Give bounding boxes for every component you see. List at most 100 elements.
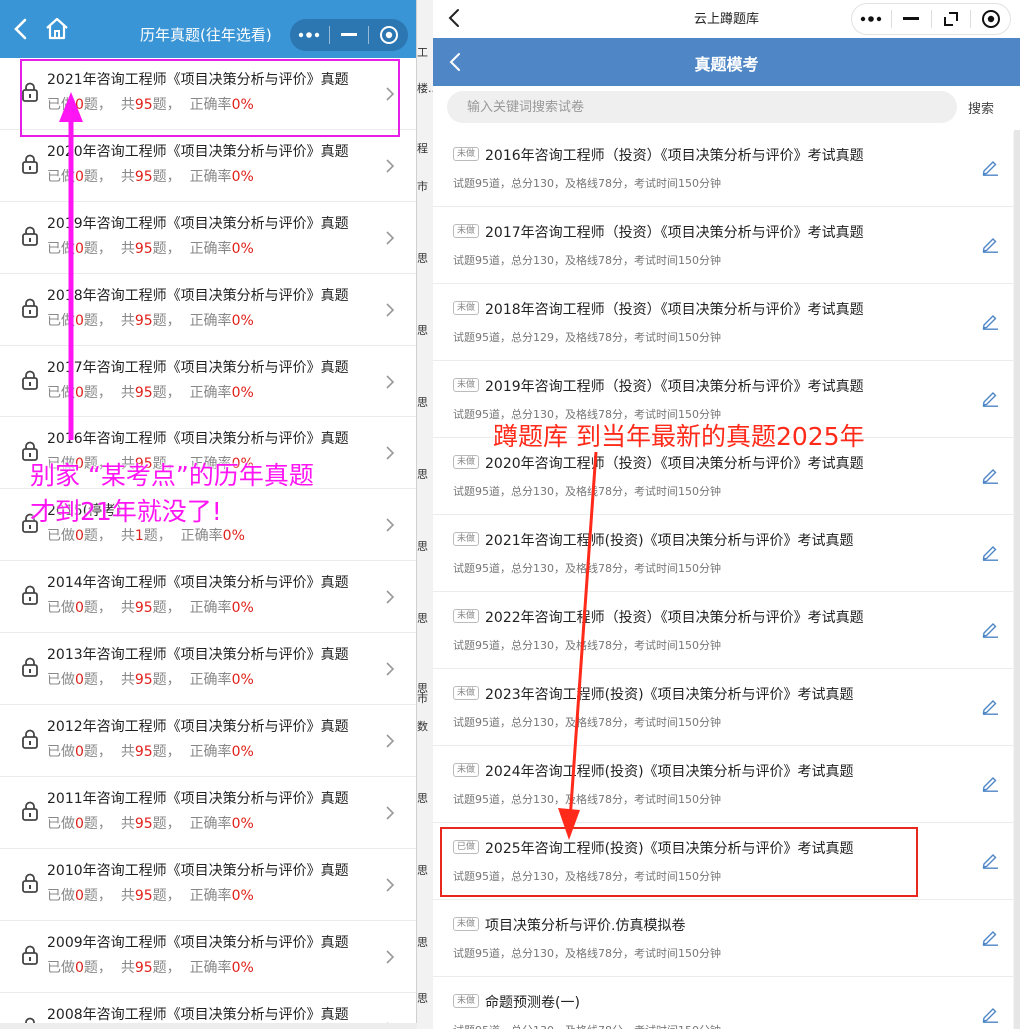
- exam-list-item[interactable]: 2010年咨询工程师《项目决策分析与评价》真题 已做0题， 共95题， 正确率0%: [0, 849, 416, 921]
- exam-title: 2011年咨询工程师《项目决策分析与评价》真题: [47, 790, 349, 807]
- background-text: 程: [417, 142, 428, 155]
- exam-stats: 已做0题， 共95题， 正确率0%: [47, 815, 254, 832]
- exam-title: 2017年咨询工程师《项目决策分析与评价》真题: [47, 359, 349, 376]
- background-text: 思: [417, 396, 428, 409]
- exam-stats: 已做0题， 共95题， 正确率0%: [47, 97, 254, 113]
- exam-list-item[interactable]: 2021年咨询工程师《项目决策分析与评价》真题 已做0题， 共95题， 正确率0%: [0, 58, 416, 130]
- lock-icon: [22, 154, 38, 174]
- lock-icon: [22, 585, 38, 606]
- exam-list-item[interactable]: 2018年咨询工程师《项目决策分析与评价》真题 已做0题， 共95题， 正确率0%: [0, 274, 416, 346]
- exam-stats: 已做0题， 共95题， 正确率0%: [47, 744, 254, 761]
- exam-title: 2020年咨询工程师《项目决策分析与评价》真题: [47, 143, 349, 160]
- exam-list-item[interactable]: 2020年咨询工程师《项目决策分析与评价》真题 已做0题， 共95题， 正确率0%: [0, 130, 416, 202]
- exam-paper-card[interactable]: 未做 2016年咨询工程师（投资）《项目决策分析与评价》考试真题 试题95道，总分1…: [433, 130, 1013, 207]
- minimize-button[interactable]: [892, 4, 931, 34]
- background-text: 思: [417, 612, 428, 625]
- edit-pencil-icon[interactable]: [981, 543, 999, 561]
- minimize-button[interactable]: [330, 19, 369, 51]
- status-badge: 未做: [453, 224, 480, 238]
- edit-pencil-icon[interactable]: [981, 235, 999, 253]
- exam-list-item[interactable]: 2016年咨询工程师《项目决策分析与评价》真题 已做0题， 共95题， 正确率0%: [0, 417, 416, 490]
- exam-paper-card[interactable]: 未做 2018年咨询工程师（投资）《项目决策分析与评价》考试真题 试题95道，总分1…: [433, 284, 1013, 361]
- background-text: 思: [417, 540, 428, 553]
- exam-paper-card[interactable]: 未做 2023年咨询工程师(投资)《项目决策分析与评价》考试真题 试题95道，总分1…: [433, 669, 1013, 746]
- exam-paper-card[interactable]: 未做 2019年咨询工程师（投资）《项目决策分析与评价》考试真题 试题95道，总分1…: [433, 361, 1013, 438]
- search-input[interactable]: [447, 91, 957, 123]
- lock-icon: [22, 873, 38, 893]
- status-badge: 未做: [453, 686, 480, 700]
- chevron-right-icon: [386, 231, 395, 245]
- exam-list-item[interactable]: 2015(停考) 已做0题， 共1题， 正确率0%: [0, 489, 416, 562]
- exam-paper-card[interactable]: 未做 2017年咨询工程师（投资）《项目决策分析与评价》考试真题试题95道，总分1…: [433, 207, 1013, 284]
- exam-title: 2021年咨询工程师《项目决策分析与评价》真题: [47, 72, 349, 88]
- close-miniprogram-button[interactable]: [971, 4, 1010, 34]
- edit-pencil-icon[interactable]: [981, 466, 999, 484]
- mini-program-capsule: [290, 19, 408, 51]
- edit-pencil-icon[interactable]: [981, 389, 999, 407]
- exam-paper-card[interactable]: 未做 2022年咨询工程师（投资）《项目决策分析与评价》考试真题 试题95道，总分1…: [433, 592, 1013, 669]
- paper-description: 试题95道，总分130，及格线78分，考试时间150分钟: [453, 1022, 721, 1029]
- lock-icon: [25, 1017, 35, 1023]
- exam-stats: 已做0题， 共95题， 正确率0%: [47, 168, 254, 185]
- edit-pencil-icon[interactable]: [981, 851, 999, 869]
- exam-list-item[interactable]: 2017年咨询工程师《项目决策分析与评价》真题 已做0题， 共95题， 正确率0%: [0, 346, 416, 418]
- more-button[interactable]: [290, 19, 329, 51]
- exam-list-item[interactable]: 2011年咨询工程师《项目决策分析与评价》真题 已做0题， 共95题， 正确率0%: [0, 777, 416, 849]
- back-arrow-icon[interactable]: [10, 16, 32, 42]
- chevron-right-icon: [386, 734, 395, 748]
- exam-paper-card[interactable]: 未做 2024年咨询工程师(投资)《项目决策分析与评价》考试真题 试题95道，总分1…: [433, 746, 1013, 823]
- chevron-right-icon: [386, 518, 395, 532]
- background-text: 数: [417, 720, 428, 733]
- edit-pencil-icon[interactable]: [981, 1005, 999, 1023]
- lock-icon: [22, 442, 38, 462]
- exam-stats: 已做0题， 共95题， 正确率0%: [47, 240, 254, 257]
- exam-paper-card[interactable]: 已做 2025年咨询工程师(投资)《项目决策分析与评价》考试真题 试题95道，总分1…: [433, 823, 1013, 900]
- exam-list-item[interactable]: 2008年咨询工程师《项目决策分析与评价》真题: [0, 993, 416, 1023]
- lock-icon: [22, 801, 38, 821]
- chevron-right-icon: [386, 446, 395, 461]
- edit-pencil-icon[interactable]: [981, 774, 999, 792]
- exam-stats: 已做0题， 共95题， 正确率0%: [47, 672, 254, 689]
- lock-icon: [22, 729, 38, 749]
- more-button[interactable]: [852, 4, 891, 34]
- exam-title: 2013年咨询工程师《项目决策分析与评价》真题: [47, 647, 349, 664]
- paper-description: 试题95道，总分130，及格线78分，考试时间150分钟: [453, 408, 721, 421]
- exam-list-item[interactable]: 2013年咨询工程师《项目决策分析与评价》真题 已做0题， 共95题， 正确率0%: [0, 633, 416, 706]
- exam-paper-card[interactable]: 未做命题预测卷(一) 试题95道，总分130，及格线78分，考试时间150分钟: [433, 977, 1013, 1029]
- exam-list-item[interactable]: 2009年咨询工程师《项目决策分析与评价》真题 已做0题， 共95题， 正确率0%: [0, 921, 416, 993]
- exam-list-item[interactable]: 2014年咨询工程师《项目决策分析与评价》真题 已做0题， 共95题， 正确率0%: [0, 561, 416, 634]
- edit-pencil-icon[interactable]: [981, 158, 999, 176]
- edit-pencil-icon[interactable]: [981, 697, 999, 715]
- lock-icon: [22, 298, 38, 318]
- close-miniprogram-button[interactable]: [369, 19, 408, 51]
- exam-paper-card[interactable]: 未做 2021年咨询工程师(投资)《项目决策分析与评价》考试真题 试题95道，总分1…: [433, 515, 1013, 592]
- background-window-strip: 工楼.. 程市思思思思思思思市数思思思思: [417, 0, 435, 1029]
- paper-description: 试题95道，总分130，及格线78分，考试时间150分钟: [453, 562, 721, 575]
- exam-paper-card[interactable]: 未做 2020年咨询工程师（投资）《项目决策分析与评价》考试真题 试题95道，总分1…: [433, 438, 1013, 515]
- paper-description: 试题95道，总分130，及格线78分，考试时间150分钟: [453, 793, 721, 806]
- edit-pencil-icon[interactable]: [981, 620, 999, 638]
- paper-title: 2016年咨询工程师（投资）《项目决策分析与评价》考试真题: [485, 148, 864, 164]
- restore-button[interactable]: [932, 4, 971, 34]
- paper-title: 2017年咨询工程师（投资）《项目决策分析与评价》考试真题: [485, 225, 864, 241]
- minus-icon: [903, 17, 920, 20]
- edit-pencil-icon[interactable]: [981, 312, 999, 330]
- exam-list-item[interactable]: 2019年咨询工程师《项目决策分析与评价》真题 已做0题， 共95题， 正确率0%: [0, 202, 416, 274]
- chevron-right-icon: [386, 806, 395, 820]
- exam-title: 2010年咨询工程师《项目决策分析与评价》真题: [47, 862, 349, 879]
- paper-description: 试题95道，总分129，及格线78分，考试时间150分钟: [453, 331, 721, 344]
- exam-title: 2012年咨询工程师《项目决策分析与评价》真题: [47, 719, 349, 736]
- paper-title: 2020年咨询工程师（投资）《项目决策分析与评价》考试真题: [485, 456, 864, 472]
- status-badge: 未做: [453, 455, 480, 469]
- search-button[interactable]: 搜索: [968, 98, 994, 117]
- home-icon[interactable]: [44, 16, 70, 42]
- edit-pencil-icon[interactable]: [981, 928, 999, 946]
- exam-paper-card[interactable]: 未做 项目决策分析与评价.仿真模拟卷 试题95道，总分130，及格线78分，考试时间…: [433, 900, 1013, 977]
- scrollbar[interactable]: [1014, 130, 1020, 1029]
- lock-icon: [22, 226, 38, 246]
- paper-title: 2023年咨询工程师(投资)《项目决策分析与评价》考试真题: [485, 687, 854, 703]
- exam-list-item[interactable]: 2012年咨询工程师《项目决策分析与评价》真题 已做0题， 共95题， 正确率0%: [0, 705, 416, 777]
- paper-description: 试题95道，总分130，及格线78分，考试时间150分钟: [453, 254, 721, 267]
- exam-title: 2009年咨询工程师《项目决策分析与评价》真题: [47, 934, 349, 951]
- exam-stats: 已做0题， 共95题， 正确率0%: [47, 456, 254, 473]
